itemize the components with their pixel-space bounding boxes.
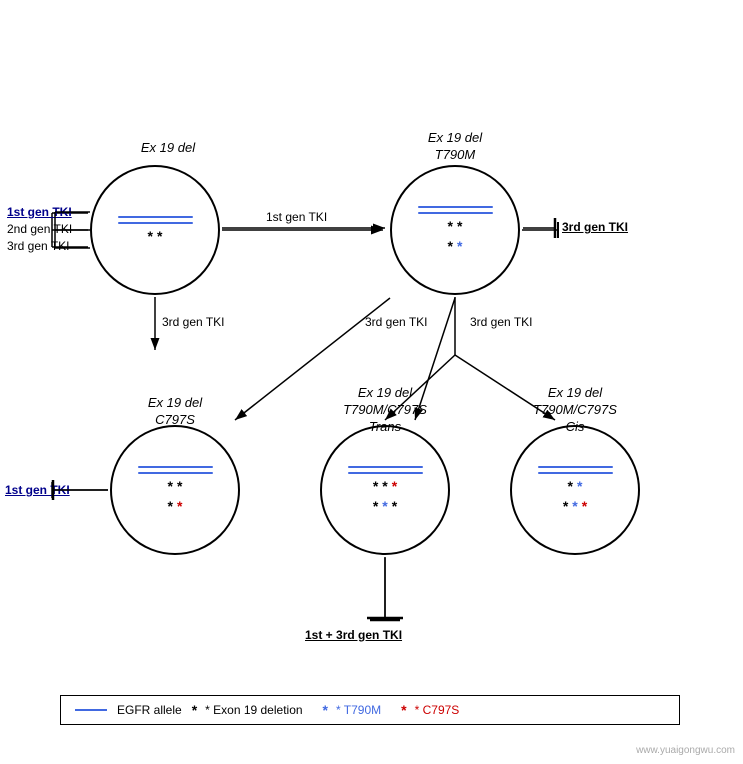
legend-c797s-label: * C797S xyxy=(415,703,460,717)
legend: EGFR allele * * Exon 19 deletion * * T79… xyxy=(60,695,680,725)
legend-line xyxy=(75,709,107,711)
label-c5: Ex 19 del T790M/C797S Cis xyxy=(500,385,650,436)
circle-cis: * * * * * xyxy=(510,425,640,555)
label-3rd-gen-tki-c2: 3rd gen TKI xyxy=(562,220,628,234)
star-c2-black3: * xyxy=(448,238,453,254)
star-c5-blue: * xyxy=(577,478,582,494)
star-c4-blue: * xyxy=(382,498,387,514)
label-2nd-gen-tki-c1: 2nd gen TKI xyxy=(7,222,72,236)
legend-c797s-star: * xyxy=(401,702,406,718)
legend-exon19-label: * Exon 19 deletion xyxy=(205,703,302,717)
legend-t790m-star: * xyxy=(323,702,328,718)
circle-trans: * * * * * * xyxy=(320,425,450,555)
legend-exon19-star: * xyxy=(192,702,197,718)
star-c5-red: * xyxy=(582,498,587,514)
legend-t790m-label: * T790M xyxy=(336,703,381,717)
label-1st-gen-tki-c3: 1st gen TKI xyxy=(5,483,70,497)
arrow-label-3rd-gen-left: 3rd gen TKI xyxy=(162,315,224,329)
star-c4-black2: * xyxy=(382,478,387,494)
label-1st-3rd-gen-tki: 1st + 3rd gen TKI xyxy=(305,628,402,642)
arrow-label-3rd-gen-cis: 3rd gen TKI xyxy=(470,315,532,329)
star-c2-black: * xyxy=(448,218,453,234)
star-c2-blue: * xyxy=(457,238,462,254)
star-c4-black3: * xyxy=(373,498,378,514)
arrows-overlay xyxy=(0,0,743,764)
star-black-2: * xyxy=(157,228,162,244)
legend-egfr-label: EGFR allele xyxy=(117,703,182,717)
label-c4: Ex 19 del T790M/C797S Trans xyxy=(310,385,460,436)
arrows-overlay2 xyxy=(0,0,743,764)
star-black-1: * xyxy=(148,228,153,244)
star-c2-black2: * xyxy=(457,218,462,234)
label-c3: Ex 19 del C797S xyxy=(110,395,240,429)
star-c5-black: * xyxy=(568,478,573,494)
label-c1: Ex 19 del xyxy=(108,140,228,157)
label-1st-gen-tki-c1: 1st gen TKI xyxy=(7,205,72,219)
arrow-label-3rd-gen-trans: 3rd gen TKI xyxy=(365,315,427,329)
star-c5-blue2: * xyxy=(572,498,577,514)
star-c3-black2: * xyxy=(177,478,182,494)
label-c2: Ex 19 del T790M xyxy=(390,130,520,164)
star-c4-black4: * xyxy=(392,498,397,514)
circle-ex19del-t790m: * * * * xyxy=(390,165,520,295)
star-c3-black3: * xyxy=(168,498,173,514)
circle-ex19del-c797s: * * * * xyxy=(110,425,240,555)
watermark: www.yuaigongwu.com xyxy=(636,745,735,756)
star-c3-red: * xyxy=(177,498,182,514)
star-c5-black2: * xyxy=(563,498,568,514)
star-c4-black: * xyxy=(373,478,378,494)
star-c3-black: * xyxy=(168,478,173,494)
label-3rd-gen-tki-c1: 3rd gen TKI xyxy=(7,239,69,253)
arrow-label-1st-gen: 1st gen TKI xyxy=(266,210,327,224)
circle-ex19del: * * xyxy=(90,165,220,295)
diagram: * * Ex 19 del * * * * Ex 19 del T790M xyxy=(0,0,743,764)
star-c4-red: * xyxy=(392,478,397,494)
